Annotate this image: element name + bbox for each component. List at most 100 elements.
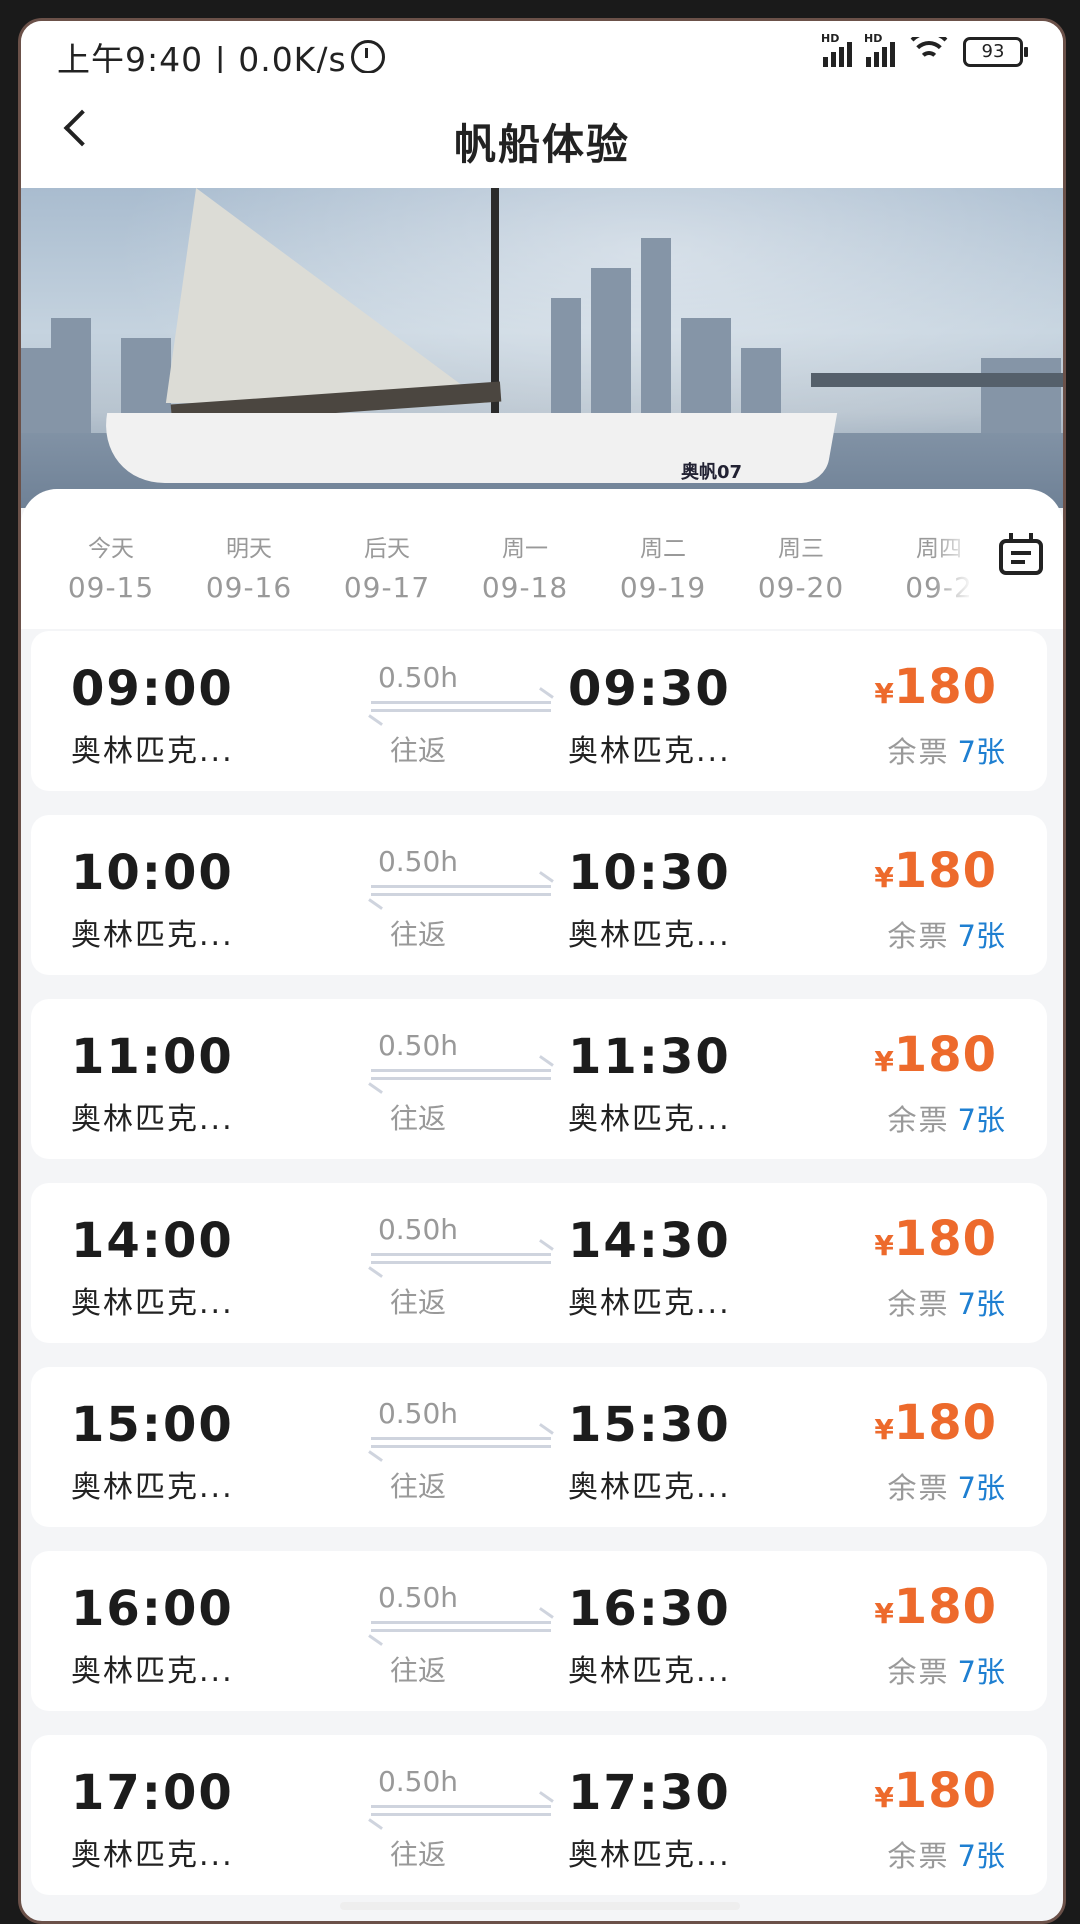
arrival-place: 奥林匹克...	[568, 734, 731, 769]
tickets-left-label: 余票	[887, 1287, 950, 1321]
round-trip-arrow-icon	[368, 1791, 554, 1830]
arrival-time: 17:30	[568, 1765, 731, 1821]
arrival-time: 10:30	[568, 845, 731, 901]
date-tab-wed[interactable]: 周三 09-20	[741, 529, 861, 604]
page-title: 帆船体验	[453, 120, 630, 169]
arrival-place: 奥林匹克...	[568, 1286, 731, 1321]
trip-card[interactable]: 11:00 奥林匹克... 0.50h 往返 11:30 奥林匹克... ¥18…	[31, 999, 1047, 1159]
price-value: 180	[893, 1027, 997, 1083]
calendar-icon[interactable]	[999, 533, 1043, 575]
round-trip-arrow-icon	[368, 1055, 554, 1094]
tickets-left-label: 余票	[887, 1103, 950, 1137]
status-icons: HD HD 93	[821, 32, 1028, 67]
date-tab-day-after[interactable]: 后天 09-17	[327, 529, 447, 604]
price-value: 180	[893, 1763, 997, 1819]
trip-type: 往返	[389, 918, 446, 951]
tickets-left-count: 7张	[957, 1471, 1005, 1505]
currency-symbol: ¥	[874, 1045, 894, 1078]
nav-bar: 帆船体验	[21, 73, 1063, 188]
departure-place: 奥林匹克...	[71, 1654, 234, 1689]
tickets-left-label: 余票	[887, 919, 950, 953]
trip-type: 往返	[389, 1470, 446, 1503]
currency-symbol: ¥	[874, 1413, 894, 1446]
arrival-time: 16:30	[568, 1581, 731, 1637]
tickets-left-count: 7张	[957, 735, 1005, 769]
app-screen: 上午9:40 | 0.0K/s HD HD 93 帆船体验 奥帆07 今天 09…	[18, 18, 1066, 1924]
date-weekday: 今天	[88, 536, 134, 562]
round-trip-arrow-icon	[368, 1239, 554, 1278]
round-trip-arrow-icon	[368, 871, 554, 910]
alarm-icon	[350, 40, 385, 74]
date-value: 09-15	[67, 571, 155, 604]
date-weekday: 后天	[364, 536, 410, 562]
departure-place: 奥林匹克...	[71, 1838, 234, 1873]
trip-price: ¥180	[874, 843, 997, 899]
trip-duration: 0.50h	[377, 661, 459, 694]
currency-symbol: ¥	[874, 1597, 894, 1630]
price-value: 180	[893, 843, 997, 899]
trip-card[interactable]: 14:00 奥林匹克... 0.50h 往返 14:30 奥林匹克... ¥18…	[31, 1183, 1047, 1343]
tickets-left: 余票 7张	[888, 1649, 1005, 1691]
boat-label: 奥帆07	[681, 462, 743, 483]
trip-duration: 0.50h	[377, 1213, 459, 1246]
arrival-time: 14:30	[568, 1213, 731, 1269]
trip-price: ¥180	[874, 1211, 997, 1267]
tickets-left-label: 余票	[887, 1839, 950, 1873]
tickets-left: 余票 7张	[888, 1281, 1005, 1323]
date-tab-tue[interactable]: 周二 09-19	[603, 529, 723, 604]
departure-place: 奥林匹克...	[71, 734, 234, 769]
date-value: 09-16	[205, 571, 293, 604]
price-value: 180	[893, 1211, 997, 1267]
date-tab-tomorrow[interactable]: 明天 09-16	[189, 529, 309, 604]
date-value: 09-18	[481, 571, 569, 604]
signal-icon: HD	[864, 32, 895, 67]
tickets-left-count: 7张	[957, 1839, 1005, 1873]
trip-card[interactable]: 09:00 奥林匹克... 0.50h 往返 09:30 奥林匹克... ¥18…	[31, 631, 1047, 791]
trip-duration: 0.50h	[377, 1029, 459, 1062]
departure-time: 17:00	[71, 1765, 234, 1821]
signal-hd-label: HD	[864, 32, 883, 45]
trip-type: 往返	[389, 1838, 446, 1871]
status-bar: 上午9:40 | 0.0K/s HD HD 93	[21, 21, 1063, 79]
arrival-time: 15:30	[568, 1397, 731, 1453]
tickets-left-count: 7张	[957, 919, 1005, 953]
date-selector: 今天 09-15 明天 09-16 后天 09-17 周一 09-18 周二 0…	[21, 489, 1063, 629]
currency-symbol: ¥	[874, 861, 894, 894]
tickets-left-count: 7张	[957, 1103, 1005, 1137]
arrival-place: 奥林匹克...	[568, 1102, 731, 1137]
tickets-left-count: 7张	[957, 1655, 1005, 1689]
trip-card[interactable]: 15:00 奥林匹克... 0.50h 往返 15:30 奥林匹克... ¥18…	[31, 1367, 1047, 1527]
tickets-left-label: 余票	[887, 1655, 950, 1689]
trip-price: ¥180	[874, 1395, 997, 1451]
trip-duration: 0.50h	[377, 1765, 459, 1798]
departure-place: 奥林匹克...	[71, 1102, 234, 1137]
tickets-left-label: 余票	[887, 1471, 950, 1505]
trip-type: 往返	[389, 1286, 446, 1319]
home-indicator[interactable]	[340, 1902, 740, 1910]
departure-time: 09:00	[71, 661, 234, 717]
tickets-left: 余票 7张	[888, 1097, 1005, 1139]
trip-type: 往返	[389, 1654, 446, 1687]
trip-duration: 0.50h	[377, 1581, 459, 1614]
tickets-left: 余票 7张	[888, 729, 1005, 771]
price-value: 180	[893, 1395, 997, 1451]
trip-duration: 0.50h	[377, 1397, 459, 1430]
date-weekday: 周三	[778, 536, 824, 562]
arrival-time: 09:30	[568, 661, 731, 717]
trip-card[interactable]: 10:00 奥林匹克... 0.50h 往返 10:30 奥林匹克... ¥18…	[31, 815, 1047, 975]
departure-time: 10:00	[71, 845, 234, 901]
date-value: 09-19	[619, 571, 707, 604]
trip-card[interactable]: 16:00 奥林匹克... 0.50h 往返 16:30 奥林匹克... ¥18…	[31, 1551, 1047, 1711]
arrival-place: 奥林匹克...	[568, 918, 731, 953]
tickets-left: 余票 7张	[888, 913, 1005, 955]
currency-symbol: ¥	[874, 677, 894, 710]
date-tab-mon[interactable]: 周一 09-18	[465, 529, 585, 604]
arrival-place: 奥林匹克...	[568, 1470, 731, 1505]
trip-price: ¥180	[874, 1763, 997, 1819]
date-value: 09-17	[343, 571, 431, 604]
trip-card[interactable]: 17:00 奥林匹克... 0.50h 往返 17:30 奥林匹克... ¥18…	[31, 1735, 1047, 1895]
trip-price: ¥180	[874, 659, 997, 715]
trip-type: 往返	[389, 1102, 446, 1135]
date-tab-today[interactable]: 今天 09-15	[51, 529, 171, 604]
arrival-time: 11:30	[568, 1029, 731, 1085]
